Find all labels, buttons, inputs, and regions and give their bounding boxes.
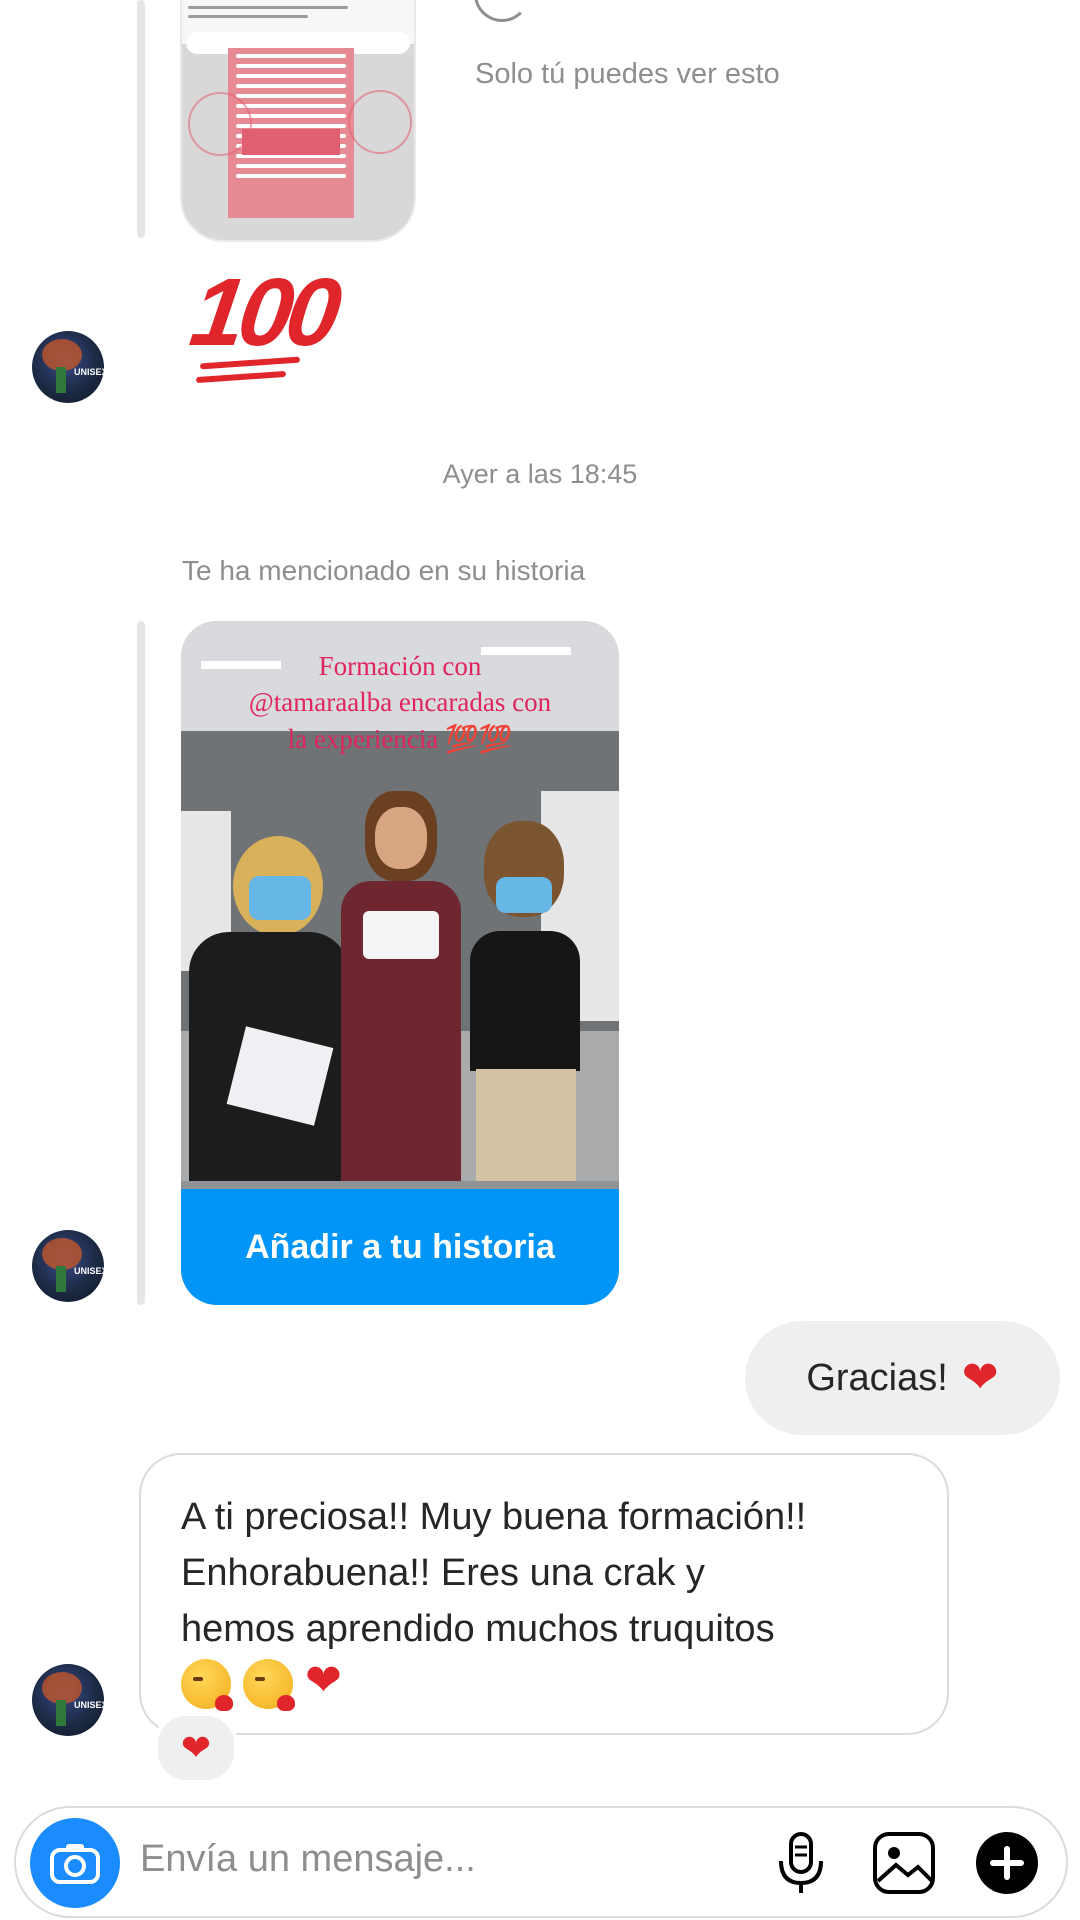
kiss-emoji: [243, 1659, 295, 1711]
avatar[interactable]: UNISEX: [32, 1230, 104, 1302]
outgoing-message[interactable]: Gracias! ❤: [745, 1321, 1060, 1435]
heart-icon: ❤: [180, 1727, 212, 1768]
reply-icon: [474, 0, 530, 22]
kiss-emoji: [181, 1659, 233, 1711]
timestamp: Ayer a las 18:45: [442, 459, 638, 489]
emoji-100: 100: [184, 259, 342, 366]
gallery-button[interactable]: [871, 1830, 937, 1896]
person-right: [456, 821, 596, 1181]
story-overlay-line-3: la experiencia 💯💯: [287, 724, 513, 754]
incoming-message-line: Enhorabuena!! Eres una crak y: [181, 1552, 705, 1594]
thread-line-top: [137, 0, 145, 238]
story-thumbnail[interactable]: [180, 0, 416, 242]
mentioned-story-card[interactable]: Formación con @tamaraalba encaradas con …: [181, 621, 619, 1305]
incoming-message-line: hemos aprendido muchos truquitos: [181, 1608, 775, 1650]
avatar[interactable]: UNISEX: [32, 1664, 104, 1736]
message-input[interactable]: Envía un mensaje...: [140, 1838, 476, 1881]
incoming-message-line: A ti preciosa!! Muy buena formación!!: [181, 1496, 807, 1538]
incoming-message[interactable]: A ti preciosa!! Muy buena formación!! En…: [139, 1453, 949, 1735]
plus-icon: [976, 1832, 1038, 1894]
camera-icon: [50, 1844, 100, 1884]
thread-line-story: [137, 621, 145, 1305]
gallery-icon: [873, 1832, 935, 1894]
add-to-story-button[interactable]: Añadir a tu historia: [181, 1189, 619, 1305]
message-composer: Envía un mensaje...: [14, 1806, 1068, 1918]
microphone-button[interactable]: [768, 1830, 834, 1896]
microphone-icon: [779, 1832, 823, 1893]
heart-emoji: ❤: [961, 1353, 999, 1402]
person-center: [331, 791, 471, 1181]
mention-label: Te ha mencionado en su historia: [182, 555, 586, 586]
person-left: [189, 836, 349, 1181]
avatar[interactable]: UNISEX: [32, 331, 104, 403]
heart-reaction[interactable]: ❤: [154, 1712, 238, 1784]
story-overlay-line-2: @tamaraalba encaradas con: [248, 687, 552, 717]
private-note: Solo tú puedes ver esto: [475, 58, 780, 90]
story-overlay-line-1: Formación con: [318, 651, 482, 681]
camera-button[interactable]: [30, 1818, 120, 1908]
heart-emoji: ❤: [305, 1656, 342, 1705]
more-button[interactable]: [974, 1830, 1040, 1896]
emoji-row: ❤: [181, 1656, 907, 1711]
outgoing-message-text: Gracias!: [806, 1356, 948, 1399]
